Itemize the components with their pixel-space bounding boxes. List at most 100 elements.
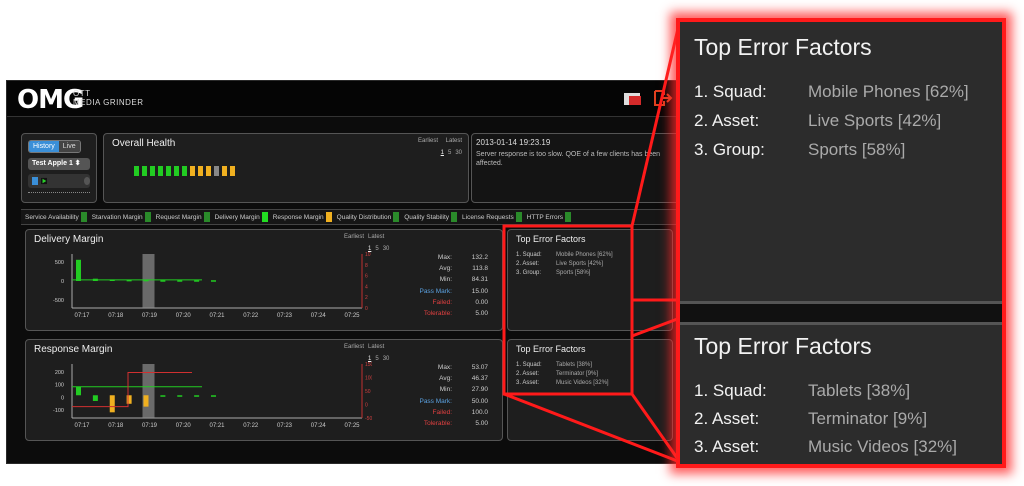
- top-icons: [623, 89, 673, 107]
- range-1[interactable]: 1: [441, 150, 444, 156]
- y-tick-label: 500: [55, 260, 64, 266]
- delivery-range-30[interactable]: 30: [383, 246, 390, 252]
- metric-item[interactable]: Quality Stability: [404, 212, 458, 222]
- response-earliest: Earliest: [344, 344, 365, 350]
- x-tick-label: 07:17: [74, 313, 90, 319]
- health-bar: [158, 166, 163, 176]
- health-bar: [166, 166, 171, 176]
- metric-label: Request Margin: [155, 213, 202, 221]
- error-value: Terminator [9%]: [556, 371, 599, 377]
- folder-icon[interactable]: [623, 89, 643, 107]
- response-stats: Max: 53.07 Avg: 46.37 Min: 27.90 Pass Mark:…: [402, 362, 488, 429]
- x-tick-label: 07:18: [108, 313, 124, 319]
- response-range-30[interactable]: 30: [383, 356, 390, 362]
- y2-tick-label: 100: [365, 376, 372, 382]
- delivery-range-5[interactable]: 5: [375, 246, 378, 252]
- top-error-factors-panel-1: Top Error Factors 1. Squad: Mobile Phones…: [507, 229, 673, 331]
- y2-tick-label: 4: [365, 284, 368, 290]
- metric-status-swatch: [144, 212, 151, 222]
- error-key: 3. Group:: [516, 270, 542, 276]
- health-bar: [222, 166, 227, 176]
- x-tick-label: 07:18: [108, 423, 124, 429]
- data-bar: [92, 395, 98, 401]
- stat-label-avg: Avg:: [439, 265, 452, 273]
- metric-label: Service Availability: [25, 213, 79, 221]
- stop-icon[interactable]: [32, 177, 39, 185]
- response-latest: Latest: [368, 344, 385, 350]
- metric-status-swatch: [451, 212, 458, 222]
- metric-label: Quality Stability: [404, 213, 450, 221]
- history-button[interactable]: History: [29, 141, 59, 152]
- metric-label: Starvation Margin: [91, 213, 143, 221]
- error-value: Music Videos [32%]: [556, 380, 609, 386]
- response-range-5[interactable]: 5: [375, 356, 378, 362]
- range-5[interactable]: 5: [448, 150, 451, 156]
- source-select[interactable]: Test Apple 1 ⬍: [28, 158, 90, 170]
- x-tick-label: 07:24: [311, 313, 327, 319]
- zoom-error-value: Live Sports [42%]: [808, 111, 942, 130]
- delivery-margin-title: Delivery Margin: [34, 234, 104, 245]
- zoom-error-title: Top Error Factors: [694, 34, 872, 60]
- response-margin-title: Response Margin: [34, 344, 113, 355]
- metric-item[interactable]: Service Availability: [25, 212, 87, 222]
- y2-tick-label: 0: [365, 403, 368, 409]
- x-tick-label: 07:20: [176, 313, 192, 319]
- data-bar: [109, 395, 115, 413]
- metric-item[interactable]: Request Margin: [156, 212, 210, 222]
- data-bar: [143, 395, 149, 407]
- y-tick-label: 0: [61, 279, 64, 285]
- y2-tick-label: 10: [365, 252, 371, 258]
- data-bar: [211, 280, 216, 282]
- data-bar: [211, 395, 216, 397]
- error-factors-title: Top Error Factors: [516, 234, 586, 244]
- x-tick-label: 07:17: [74, 423, 90, 429]
- metric-item[interactable]: License Requests: [462, 212, 522, 222]
- delivery-margin-chart: 500 0 -500 10 8 6 4 2 0 07:17 07:18 07:19 07:20 07:21…: [53, 252, 371, 319]
- record-icon[interactable]: [83, 177, 90, 185]
- logout-icon[interactable]: [653, 89, 673, 107]
- metric-item[interactable]: Starvation Margin: [92, 212, 151, 222]
- metric-item[interactable]: Response Margin: [273, 212, 332, 222]
- y-tick-label: -500: [53, 298, 64, 304]
- stat-max: 53.07: [471, 364, 488, 371]
- data-bar: [126, 395, 132, 404]
- zoom-error-key: 2. Asset:: [694, 111, 760, 130]
- error-key: 3. Asset:: [516, 380, 540, 386]
- stat-pass: 15.00: [471, 287, 488, 295]
- timeline-scrubber[interactable]: [28, 192, 90, 196]
- metric-status-swatch: [261, 212, 268, 222]
- y2-tick-label: -50: [365, 416, 372, 422]
- data-bar: [177, 395, 183, 397]
- stat-pass: 50.00: [471, 397, 488, 405]
- x-tick-label: 07:25: [344, 423, 360, 429]
- play-icon[interactable]: [41, 177, 48, 185]
- health-bar: [142, 166, 147, 176]
- x-tick-label: 07:22: [243, 313, 259, 319]
- metric-item[interactable]: HTTP Errors: [527, 212, 572, 222]
- stat-label-min: Min:: [439, 386, 452, 394]
- metrics-strip: Service Availability Starvation Margin Req…: [21, 209, 683, 225]
- zoom-error-key: 2. Asset:: [694, 409, 760, 428]
- app-logo-subtitle: OTT Media Grinder: [73, 89, 144, 107]
- stat-label-pass: Pass Mark:: [419, 287, 452, 295]
- health-bar: [150, 166, 155, 176]
- latest-label: Latest: [445, 138, 462, 144]
- error-value: Live Sports [42%]: [556, 261, 604, 267]
- metric-item[interactable]: Delivery Margin: [215, 212, 268, 222]
- overall-health-panel: Overall Health Earliest Latest 1 5 30: [103, 133, 469, 203]
- health-bar: [198, 166, 203, 176]
- alert-timestamp: 2013-01-14 19:23.19: [476, 138, 551, 147]
- live-button[interactable]: Live: [58, 141, 80, 152]
- range-30[interactable]: 30: [455, 150, 462, 156]
- y-tick-label: 100: [55, 383, 64, 389]
- zoom-error-value: Tablets [38%]: [808, 381, 911, 400]
- stat-avg: 113.8: [472, 265, 488, 273]
- playback-controls: [28, 174, 90, 188]
- alert-message-panel: 2013-01-14 19:23.19 Server response is t…: [471, 133, 683, 203]
- metric-label: License Requests: [462, 213, 514, 221]
- zoom-error-value: Mobile Phones [62%]: [808, 82, 969, 101]
- y-tick-label: -100: [53, 408, 64, 414]
- data-bar: [76, 386, 81, 396]
- metric-item[interactable]: Quality Distribution: [337, 212, 400, 222]
- error-key: 1. Squad:: [516, 362, 542, 368]
